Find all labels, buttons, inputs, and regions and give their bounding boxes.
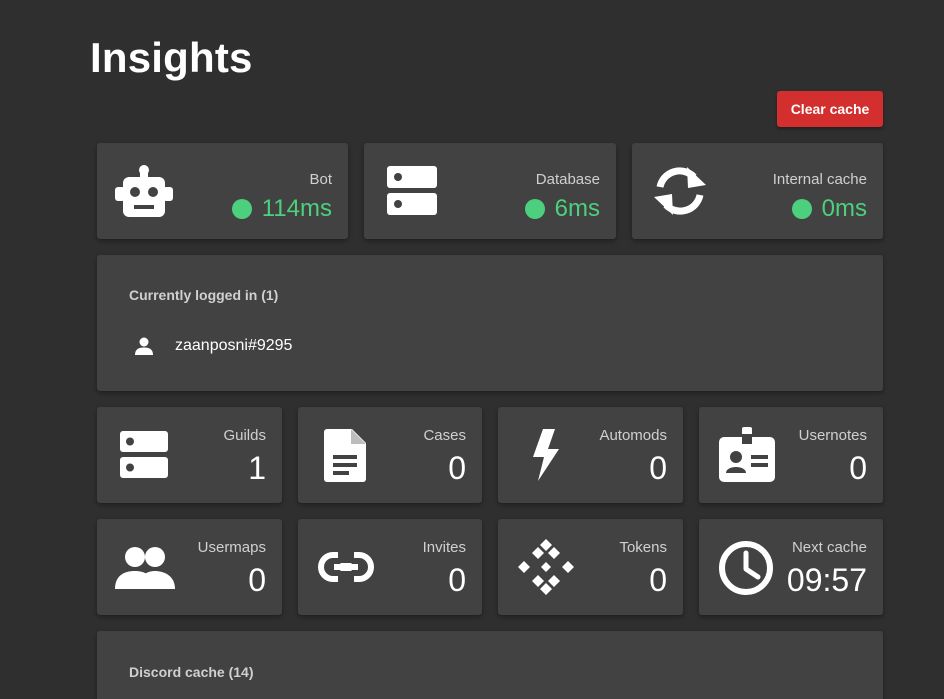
cases-value: 0: [448, 450, 466, 486]
id-badge-icon: [719, 427, 775, 483]
automods-value: 0: [649, 450, 667, 486]
guilds-label: Guilds: [223, 427, 266, 444]
usermaps-card: Usermaps 0: [97, 519, 282, 615]
sync-icon: [650, 165, 710, 217]
database-label: Database: [535, 171, 600, 188]
tokens-card: Tokens 0: [498, 519, 683, 615]
discord-cache-title: Discord cache (14): [129, 664, 254, 680]
status-dot: [231, 199, 252, 219]
clear-cache-button[interactable]: Clear cache: [777, 91, 883, 127]
internal-cache-latency-value: 0ms: [821, 195, 867, 222]
bot-label: Bot: [309, 171, 332, 188]
internal-cache-label: Internal cache: [772, 171, 867, 188]
clock-icon: [718, 540, 774, 596]
list-item: zaanposni#9295: [135, 337, 292, 355]
invites-value: 0: [448, 562, 466, 598]
next-cache-value: 09:57: [786, 562, 867, 598]
usermaps-value: 0: [248, 562, 266, 598]
database-latency: 6ms: [524, 195, 600, 223]
internal-cache-latency-card: Internal cache 0ms: [632, 143, 883, 239]
server-icon: [120, 431, 168, 479]
invites-card: Invites 0: [298, 519, 482, 615]
document-icon: [324, 429, 366, 482]
guilds-value: 1: [248, 450, 266, 486]
robot-icon: [115, 165, 173, 217]
status-dot: [524, 199, 545, 219]
tokens-value: 0: [649, 562, 667, 598]
automods-card: Automods 0: [498, 407, 683, 503]
discord-cache-panel: Discord cache (14): [97, 631, 883, 699]
usernotes-card: Usernotes 0: [699, 407, 883, 503]
user-name: zaanposni#9295: [175, 337, 293, 354]
cases-card: Cases 0: [298, 407, 482, 503]
people-icon: [115, 545, 175, 589]
database-latency-value: 6ms: [554, 195, 600, 222]
bot-latency-card: Bot 114ms: [97, 143, 348, 239]
guilds-card: Guilds 1: [97, 407, 282, 503]
bot-latency-value: 114ms: [261, 195, 332, 222]
logged-in-title: Currently logged in (1): [129, 287, 279, 303]
invites-label: Invites: [422, 539, 466, 556]
status-dot: [791, 199, 812, 219]
token-icon: [516, 537, 576, 597]
cases-label: Cases: [423, 427, 466, 444]
database-latency-card: Database 6ms: [364, 143, 616, 239]
next-cache-card: Next cache 09:57: [699, 519, 883, 615]
tokens-label: Tokens: [619, 539, 667, 556]
server-icon: [387, 166, 437, 216]
internal-cache-latency: 0ms: [791, 195, 867, 223]
logged-in-panel: Currently logged in (1) zaanposni#9295: [97, 255, 883, 391]
link-icon: [318, 552, 374, 582]
person-icon: [135, 337, 153, 355]
usernotes-value: 0: [849, 450, 867, 486]
usernotes-label: Usernotes: [798, 427, 867, 444]
automods-label: Automods: [599, 427, 667, 444]
bot-latency: 114ms: [231, 195, 332, 223]
usermaps-label: Usermaps: [197, 539, 266, 556]
next-cache-label: Next cache: [791, 539, 867, 556]
page-title: Insights: [90, 34, 253, 81]
bolt-icon: [531, 429, 561, 481]
